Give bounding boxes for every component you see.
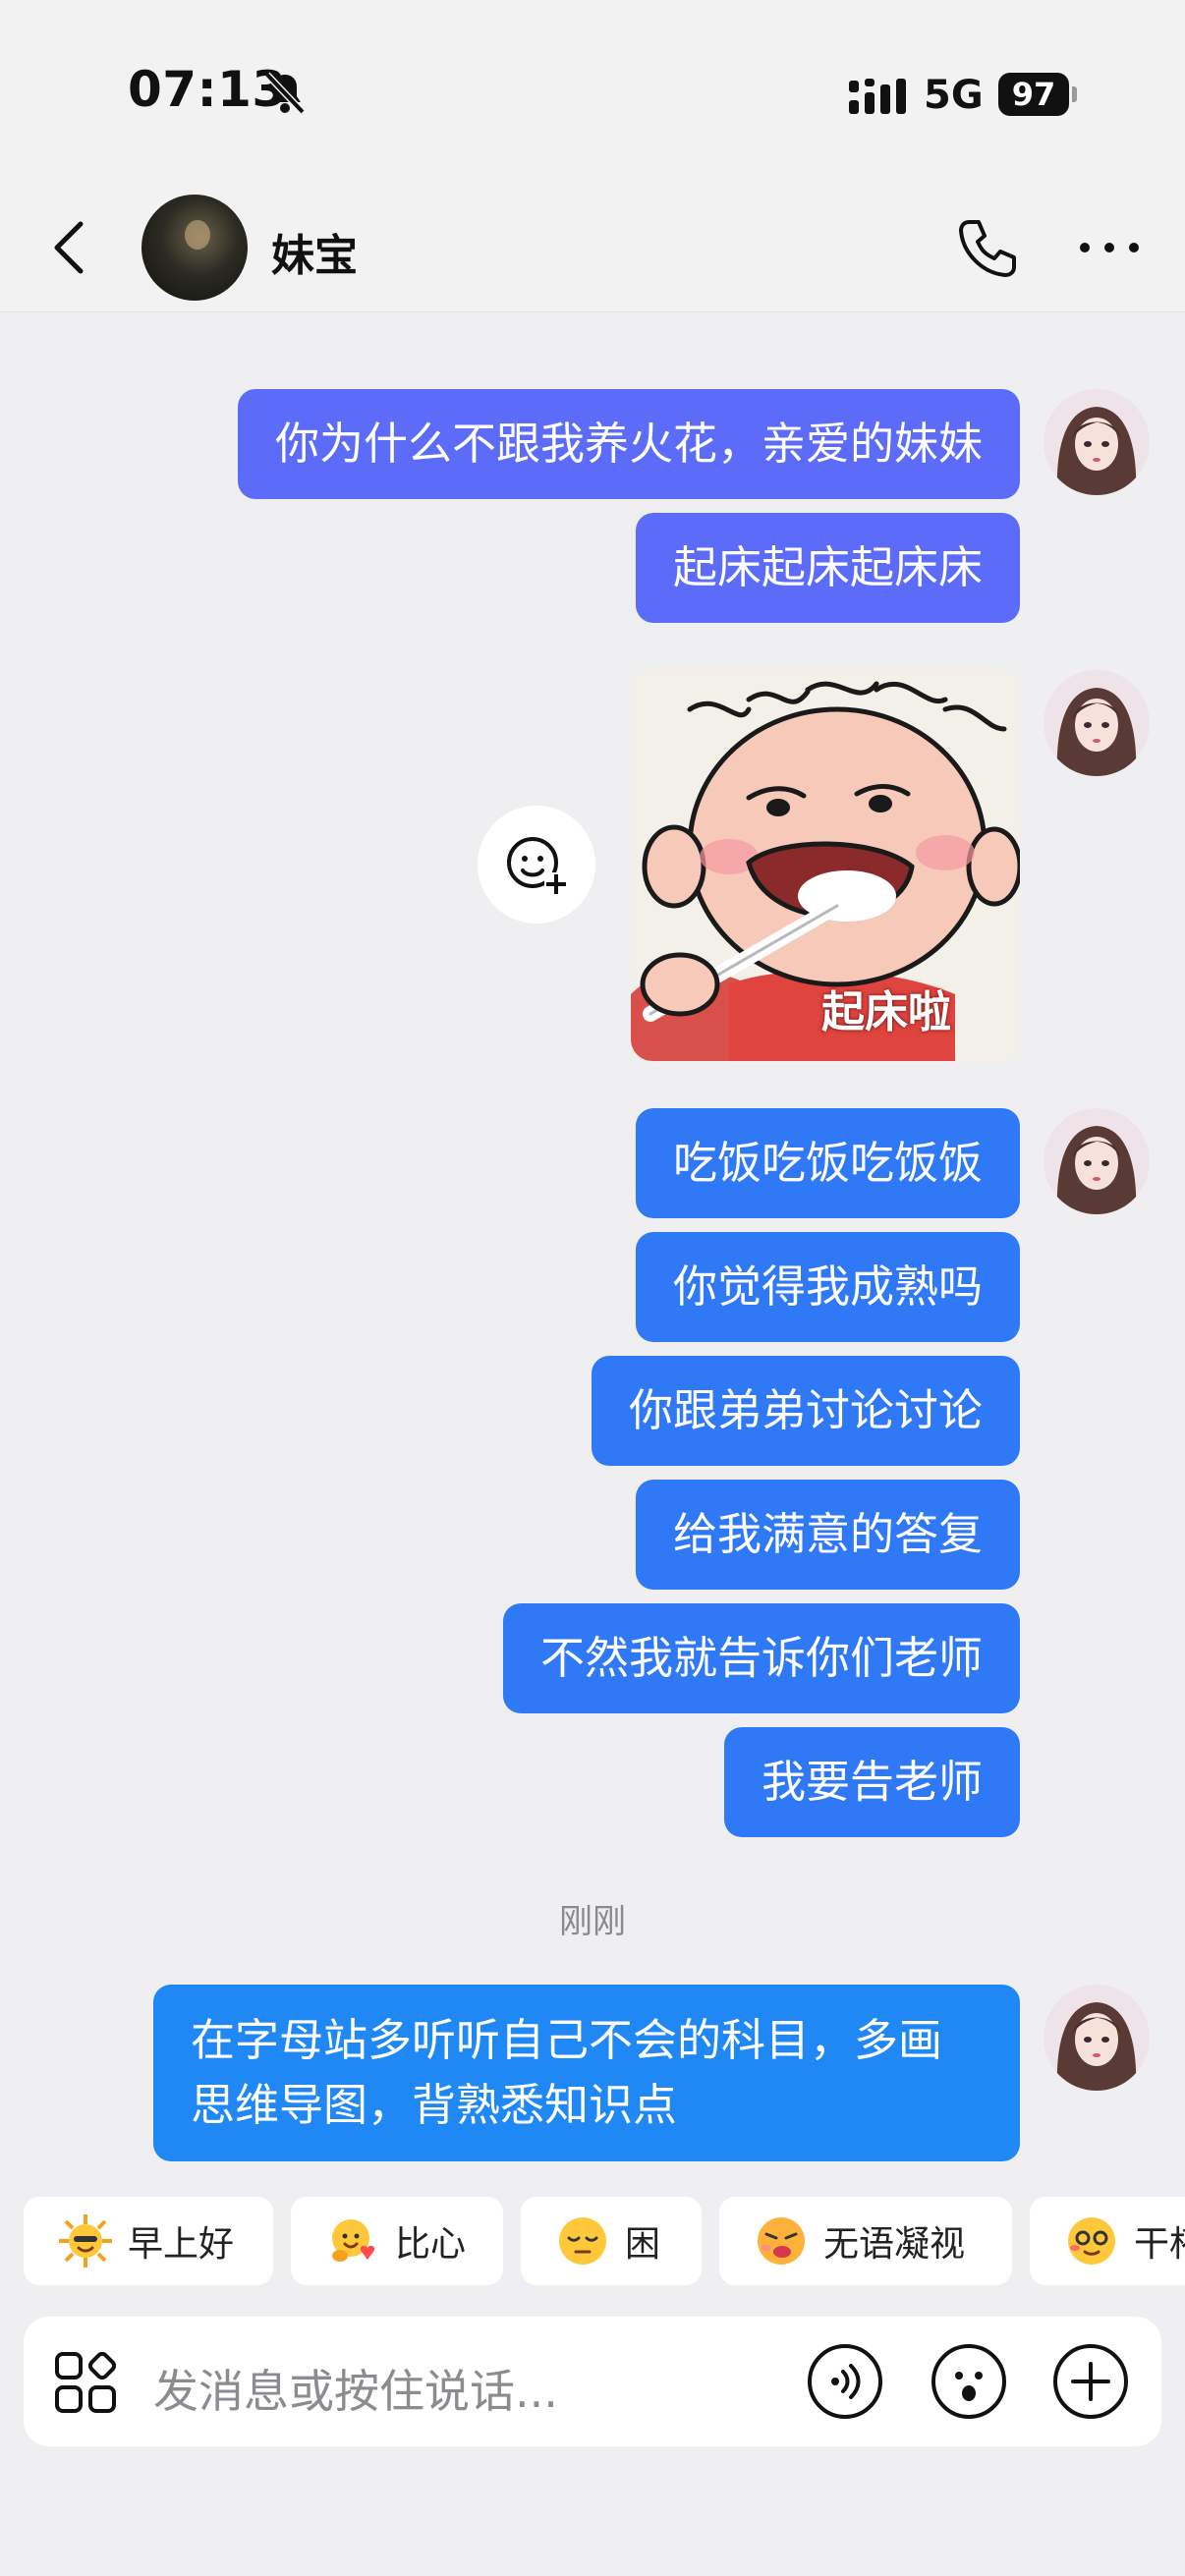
- quick-reply-row: 早上好 比心 困 无语凝视 干: [0, 2197, 1185, 2287]
- chat-header: 妹宝: [0, 187, 1185, 312]
- message-bubble[interactable]: 不然我就告诉你们老师: [502, 1603, 1020, 1713]
- message-input-bar: 发消息或按住说话...: [24, 2317, 1161, 2446]
- battery-level: 97: [998, 73, 1069, 116]
- quick-reply-chip[interactable]: 困: [521, 2197, 702, 2285]
- message-bubble[interactable]: 你跟弟弟讨论讨论: [591, 1356, 1020, 1466]
- message-timestamp: 刚刚: [559, 1902, 626, 1941]
- network-type: 5G: [924, 73, 984, 118]
- my-avatar[interactable]: [1044, 1985, 1150, 2091]
- battery-indicator: 97: [998, 73, 1077, 116]
- back-arrow-icon[interactable]: [47, 216, 90, 279]
- message-bubble[interactable]: 起床起床起床床: [635, 513, 1020, 623]
- quick-reply-label: 早上好: [128, 2224, 235, 2265]
- quick-reply-chip[interactable]: 早上好: [24, 2197, 273, 2285]
- more-icon[interactable]: [1077, 238, 1142, 257]
- signal-icon: [849, 79, 906, 114]
- bell-slash-icon: [264, 72, 306, 115]
- plus-icon[interactable]: [1051, 2342, 1130, 2421]
- quick-reply-label: 无语凝视: [823, 2224, 966, 2265]
- sticker-image[interactable]: 起床啦: [631, 670, 1020, 1061]
- contact-avatar[interactable]: [141, 195, 248, 301]
- quick-reply-label: 困: [625, 2224, 661, 2265]
- status-bar: 07:13 5G 97: [0, 0, 1185, 187]
- message-bubble[interactable]: 给我满意的答复: [635, 1480, 1020, 1590]
- message-bubble[interactable]: 你觉得我成熟吗: [635, 1232, 1020, 1342]
- quick-reply-chip[interactable]: 比心: [291, 2197, 503, 2285]
- quick-reply-chip[interactable]: 无语凝视: [719, 2197, 1012, 2285]
- message-bubble[interactable]: 我要告老师: [723, 1727, 1020, 1837]
- quick-reply-label: 干杯: [1134, 2224, 1185, 2265]
- message-bubble[interactable]: 吃饭吃饭吃饭饭: [635, 1108, 1020, 1218]
- apps-icon[interactable]: [53, 2350, 118, 2415]
- voice-icon[interactable]: [806, 2342, 884, 2421]
- cheers-emoji-icon: [1068, 2217, 1115, 2265]
- message-bubble[interactable]: 在字母站多听听自己不会的科目，多画思维导图，背熟悉知识点: [153, 1985, 1020, 2161]
- add-sticker-icon: [507, 837, 568, 896]
- heart-hands-emoji-icon: [332, 2219, 375, 2262]
- speechless-emoji-icon: [758, 2217, 805, 2265]
- message-bubble[interactable]: 你为什么不跟我养火花，亲爱的妹妹: [237, 389, 1020, 499]
- emoji-icon[interactable]: [930, 2342, 1008, 2421]
- quick-reply-chip[interactable]: 干杯: [1030, 2197, 1185, 2285]
- my-avatar[interactable]: [1044, 389, 1150, 495]
- add-sticker-button[interactable]: [478, 806, 595, 924]
- sun-emoji-icon: [59, 2214, 112, 2268]
- sleepy-emoji-icon: [559, 2217, 606, 2265]
- my-avatar[interactable]: [1044, 1108, 1150, 1214]
- quick-reply-label: 比心: [395, 2224, 467, 2265]
- phone-icon[interactable]: [955, 216, 1020, 281]
- contact-name[interactable]: 妹宝: [271, 220, 358, 283]
- sticker-caption: 起床啦: [821, 987, 951, 1037]
- message-input[interactable]: 发消息或按住说话...: [153, 2356, 558, 2421]
- my-avatar[interactable]: [1044, 670, 1150, 776]
